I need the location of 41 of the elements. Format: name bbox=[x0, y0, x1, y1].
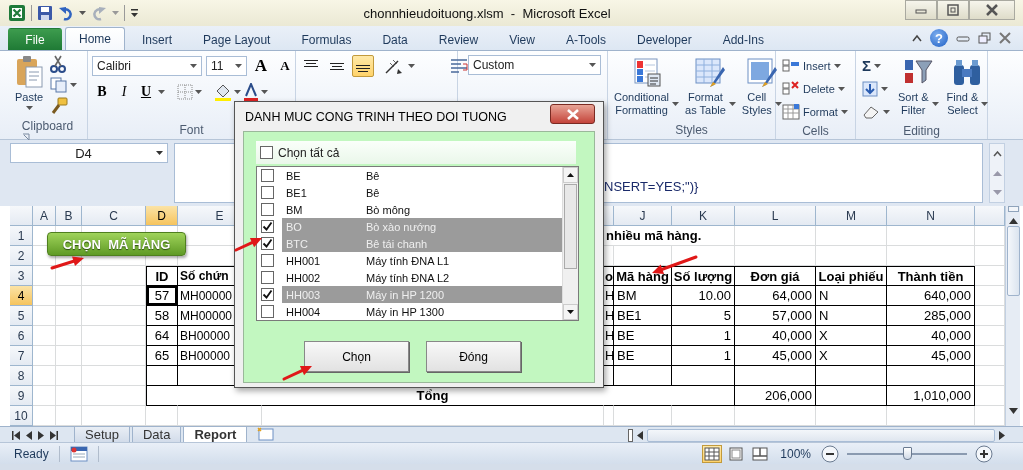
table-cell: 45,000 bbox=[887, 346, 975, 366]
table-cell: 285,000 bbox=[887, 306, 975, 326]
table-cell: 40,000 bbox=[735, 326, 816, 346]
table-cell: 206,000 bbox=[735, 386, 816, 406]
table-cell: N bbox=[816, 286, 887, 306]
status-text: Ready bbox=[14, 446, 49, 461]
table-cell: BM bbox=[614, 286, 672, 306]
table-cell: 65 bbox=[146, 346, 178, 366]
table-cell: Đơn giá bbox=[735, 266, 816, 286]
window-title: chonnhieudoituong.xlsm - Microsoft Excel bbox=[362, 5, 612, 21]
table-cell: 640,000 bbox=[887, 286, 975, 306]
table-cell: 57,000 bbox=[735, 306, 816, 326]
group-label: Cells bbox=[802, 123, 829, 138]
table-cell: 64 bbox=[146, 326, 178, 346]
table-cell: 1,010,000 bbox=[887, 386, 975, 406]
table-cell: Số lượng bbox=[672, 266, 735, 286]
group-label: Editing bbox=[903, 123, 940, 138]
table-cell: BE1 bbox=[614, 306, 672, 326]
group-label: Styles bbox=[675, 123, 708, 137]
table-cell: X bbox=[816, 346, 887, 366]
table-cell: BE bbox=[614, 326, 672, 346]
table-cell: 1 bbox=[672, 326, 735, 346]
table-cell: 40,000 bbox=[887, 326, 975, 346]
table-cell: 58 bbox=[146, 306, 178, 326]
table-cell: 10.00 bbox=[672, 286, 735, 306]
table-cell: BE bbox=[614, 346, 672, 366]
dialog-title: DANH MUC CONG TRINH THEO DOI TUONG bbox=[245, 109, 507, 124]
table-cell: 64,000 bbox=[735, 286, 816, 306]
table-cell: ID bbox=[146, 266, 178, 286]
table-cell: 1 bbox=[672, 346, 735, 366]
zoom-level: 100% bbox=[780, 446, 811, 461]
group-label: Clipboard bbox=[21, 119, 74, 133]
table-cell: 57 bbox=[146, 286, 178, 306]
table-cell: 45,000 bbox=[735, 346, 816, 366]
table-cell: 5 bbox=[672, 306, 735, 326]
table-cell: Thành tiền bbox=[887, 266, 975, 286]
table-cell: Loại phiếu bbox=[816, 266, 887, 286]
table-cell: N bbox=[816, 306, 887, 326]
group-label: Font bbox=[179, 123, 204, 137]
table-cell: X bbox=[816, 326, 887, 346]
checkbox-label: Chọn tất cả bbox=[278, 145, 340, 160]
